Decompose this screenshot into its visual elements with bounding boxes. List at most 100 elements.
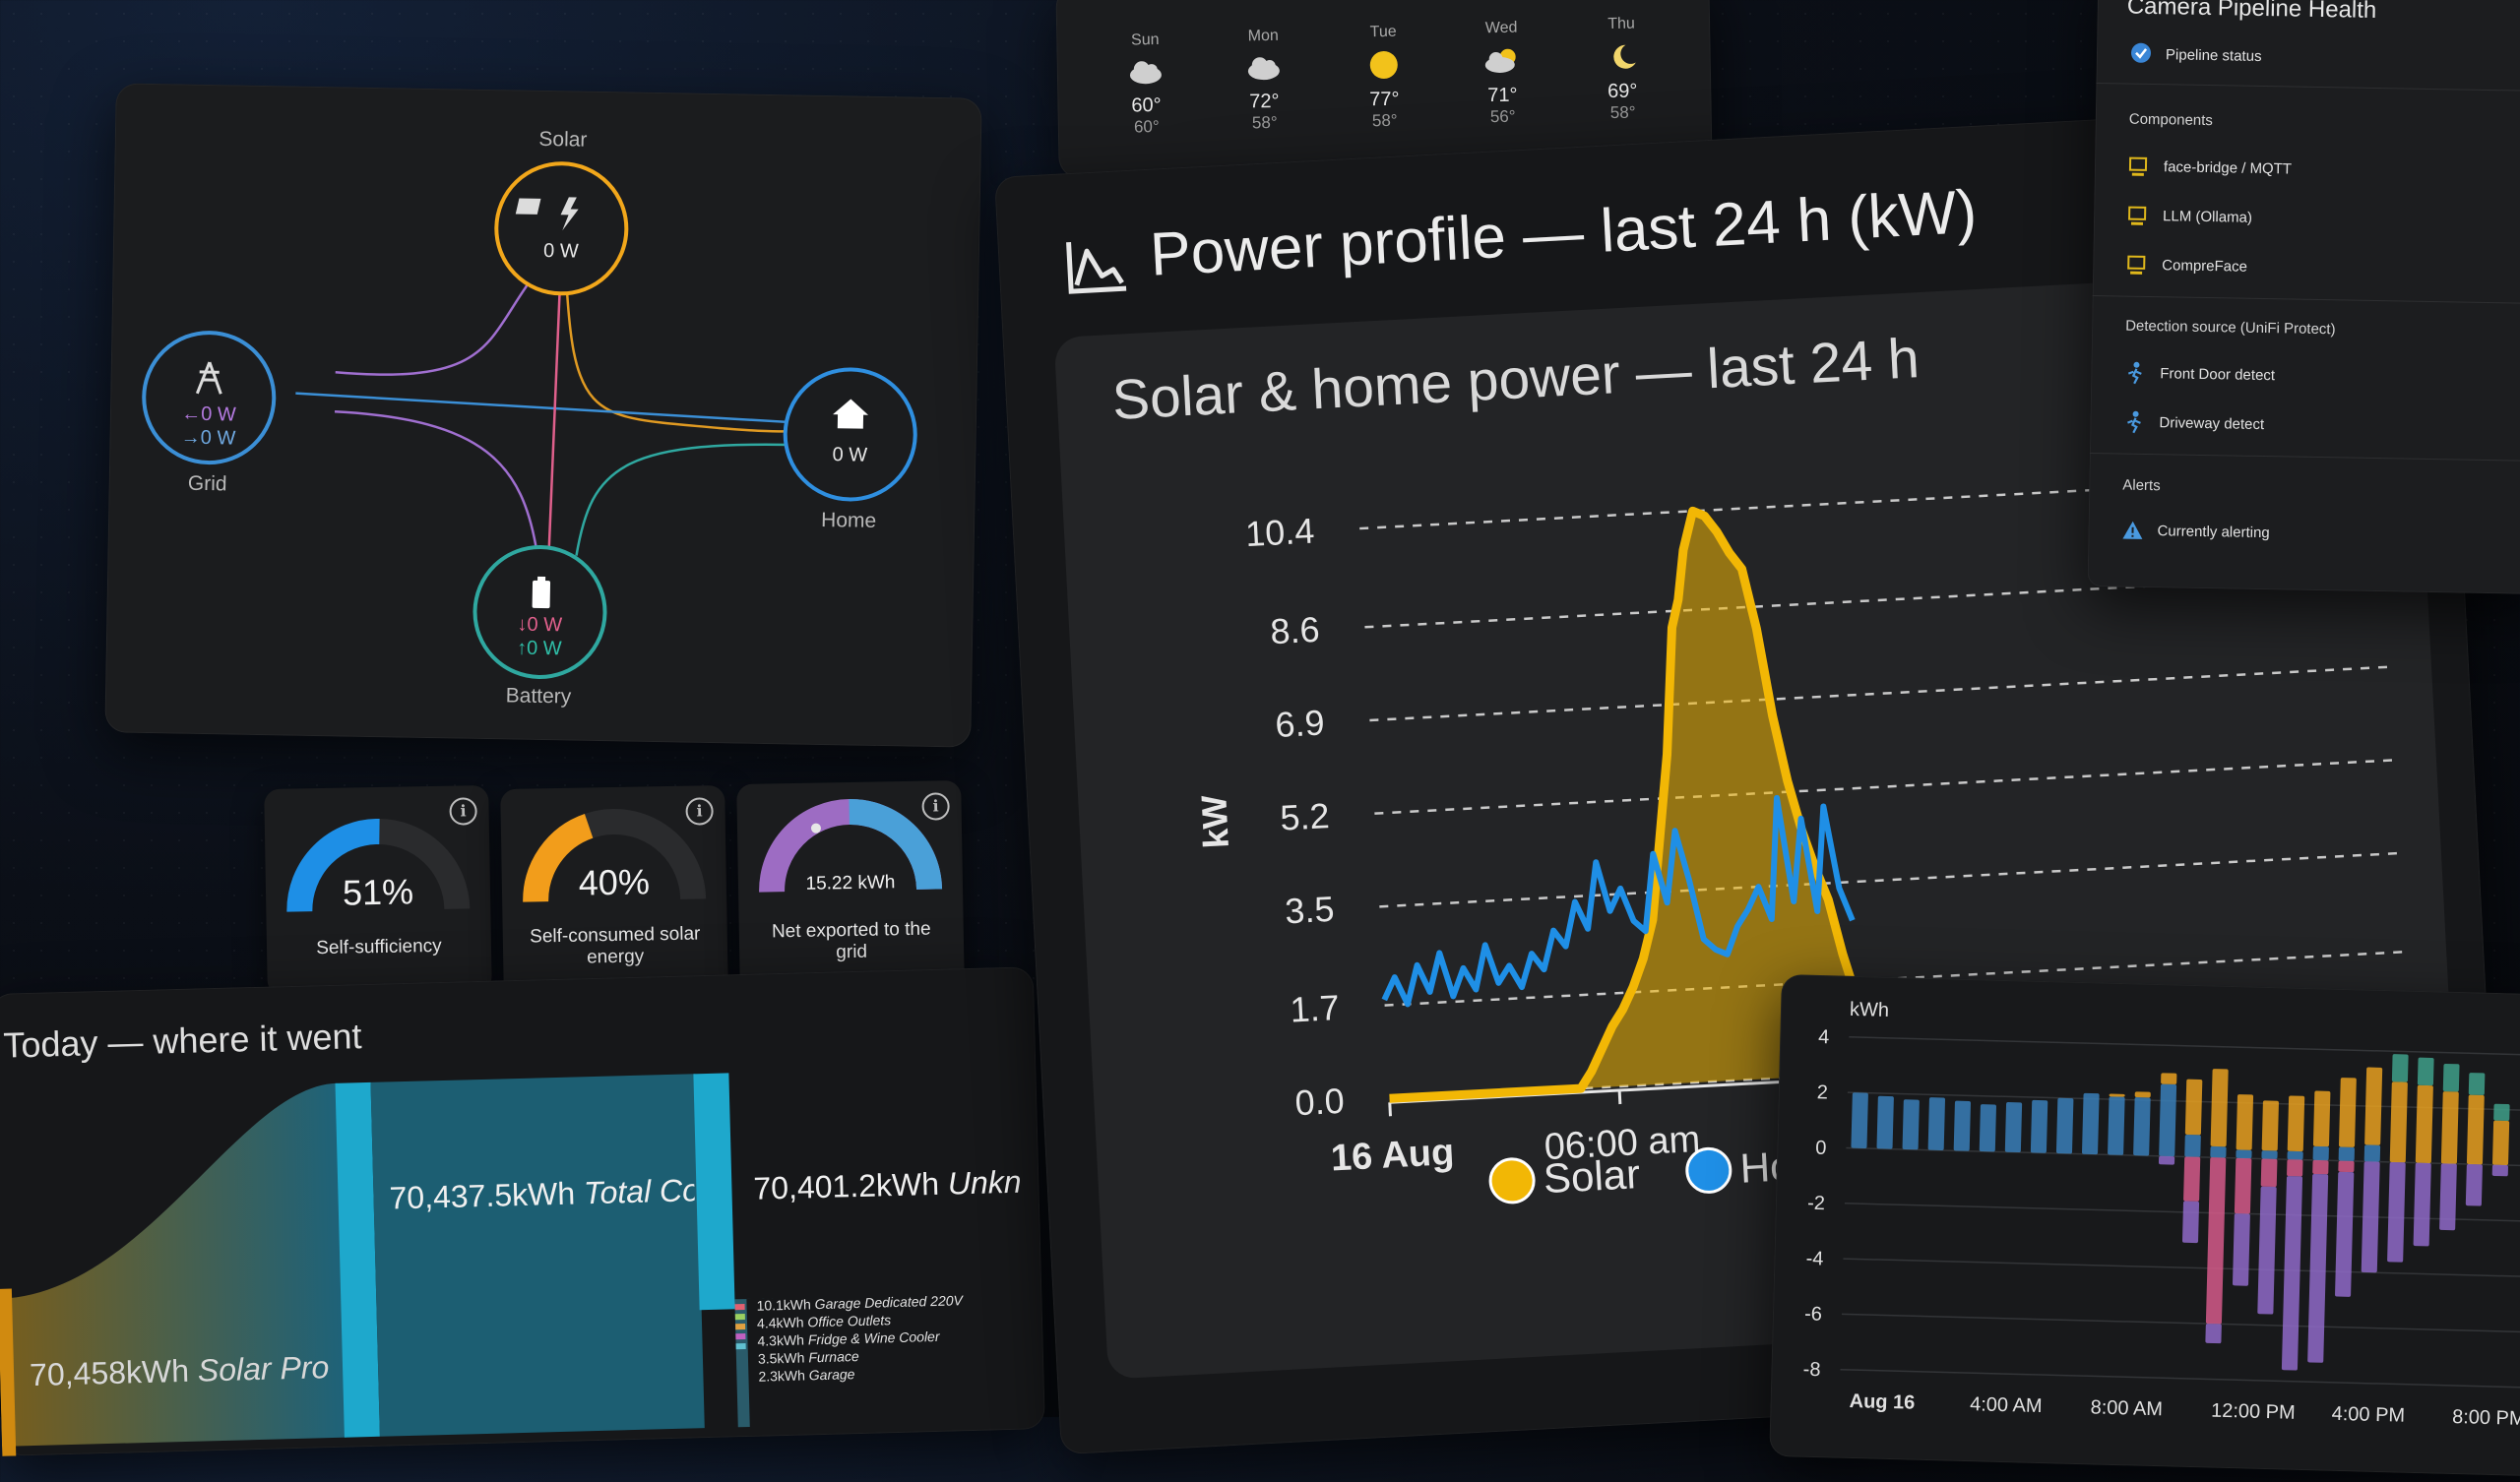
bar-segment — [2439, 1163, 2457, 1231]
gauge-value: 51% — [342, 871, 414, 913]
camera-card-title: Camera Pipeline Health — [2126, 0, 2377, 24]
gauge-self-consumed[interactable]: i 40% Self-consumed solar energy — [500, 785, 728, 996]
bar-segment — [2210, 1145, 2227, 1158]
bar-segment — [2261, 1100, 2279, 1151]
bar-segment — [2287, 1159, 2303, 1177]
forecast-day-sun: Sun 60° 60° — [1086, 31, 1206, 138]
bar-segment — [2312, 1159, 2329, 1175]
legend-swatch — [1488, 1157, 1536, 1204]
y-tick-label: 3.5 — [1284, 889, 1335, 932]
server-icon — [2127, 255, 2146, 275]
gauge-label: Self-consumed solar energy — [530, 923, 701, 968]
bar-segment — [2338, 1146, 2355, 1161]
bar-segment — [2391, 1054, 2409, 1082]
pipeline-status-row[interactable]: Pipeline status — [2166, 46, 2262, 65]
y-tick-label: 1.7 — [1290, 987, 1341, 1030]
divider — [2096, 83, 2520, 93]
y-tick-label: -8 — [1802, 1359, 1820, 1381]
partly-cloudy-icon — [1484, 48, 1516, 73]
motion-sensor-icon — [2127, 410, 2141, 434]
component-row[interactable]: CompreFace — [2162, 257, 2247, 276]
bar-segment — [2184, 1079, 2203, 1136]
bar-segment — [2361, 1161, 2380, 1273]
gauge-self-sufficiency[interactable]: i 51% Self-sufficiency — [264, 785, 492, 996]
gridline — [1840, 1368, 2520, 1389]
bar-segment — [2363, 1144, 2381, 1162]
x-tick — [1617, 1089, 1622, 1105]
energy-bar-chart-card: 4 2 0 -2 -4 -6 -8 kWh Aug 16 4:00 AM 8:00 AM 12:00 … — [1769, 974, 2520, 1477]
bar-segment — [2287, 1095, 2305, 1152]
bar-segment — [2184, 1134, 2201, 1157]
bar-segment — [2364, 1067, 2383, 1145]
bar-segment — [2339, 1078, 2357, 1147]
legend-swatch — [1685, 1146, 1732, 1194]
battery-label: Battery — [505, 684, 572, 709]
bar-segment — [2134, 1091, 2151, 1098]
y-tick-label: 6.9 — [1274, 702, 1325, 745]
components-header: Components — [2128, 110, 2214, 130]
gauge-label: Self-sufficiency — [316, 935, 442, 959]
bar-segment — [2312, 1090, 2331, 1147]
bar-segment — [2493, 1103, 2510, 1121]
gridline — [1379, 851, 2402, 908]
x-tick — [1388, 1102, 1392, 1117]
y-tick-label: 4 — [1818, 1026, 1830, 1048]
forecast-day-wed: Wed 71° 56° — [1442, 19, 1562, 128]
bar-segment — [2281, 1176, 2303, 1371]
bar-segment — [2465, 1164, 2483, 1206]
y-tick-label: -4 — [1805, 1248, 1823, 1269]
bar-segment — [2415, 1084, 2433, 1163]
y-tick-label: 10.4 — [1244, 510, 1315, 554]
bar-segment — [2004, 1102, 2023, 1153]
alert-row[interactable]: Currently alerting — [2157, 523, 2269, 541]
bar-segment — [2205, 1157, 2227, 1325]
detection-row[interactable]: Front Door detect — [2160, 365, 2275, 384]
bar-segment — [2389, 1081, 2408, 1163]
bar-segment — [1953, 1100, 1971, 1151]
check-circle-icon — [2131, 42, 2152, 63]
bar-segment — [2108, 1096, 2125, 1155]
grid-battery-line — [334, 410, 538, 554]
bar-segment — [2440, 1091, 2459, 1164]
bar-segment — [2417, 1057, 2434, 1086]
solar-node — [494, 161, 629, 296]
component-row[interactable]: LLM (Ollama) — [2163, 208, 2252, 226]
gauge-value: 15.22 kWh — [805, 872, 896, 895]
divider — [2089, 452, 2520, 462]
x-tick-label: 12:00 PM — [2211, 1400, 2296, 1424]
y-tick-label: 2 — [1816, 1081, 1828, 1103]
detection-row[interactable]: Driveway detect — [2159, 414, 2264, 433]
divider — [2092, 294, 2520, 305]
gauge-net-exported[interactable]: i 15.22 kWh Net exported to the grid — [736, 780, 965, 991]
alerts-header: Alerts — [2122, 476, 2161, 495]
bar-segment — [1979, 1104, 1996, 1152]
x-tick-label: Aug 16 — [1849, 1390, 1915, 1414]
y-tick-label: 0.0 — [1294, 1081, 1346, 1124]
bar-segment — [2159, 1083, 2177, 1157]
warning-icon — [2122, 521, 2143, 539]
y2-tick-label: 0.27 — [2435, 734, 2465, 778]
energy-bar-chart[interactable]: 420-2-4-6-8kWhAug 16 4:00 AM 8:00 AM 12:00 … — [1769, 974, 2520, 1477]
bar-segment — [2210, 1069, 2229, 1147]
home-value: 0 W — [832, 444, 868, 466]
bar-segment — [2442, 1063, 2460, 1092]
component-row[interactable]: face-bridge / MQTT — [2164, 158, 2292, 177]
gridline — [1374, 758, 2398, 815]
battery-out-value: ↑0 W — [516, 637, 562, 660]
bar-segment — [2413, 1162, 2431, 1247]
sun-icon — [1369, 51, 1398, 80]
bar-segment — [1902, 1099, 1920, 1150]
y2-tick-label: 0.36 — [2430, 641, 2465, 685]
y2-tick-label: 0.18 — [2440, 827, 2465, 871]
bar-segment — [2133, 1096, 2151, 1156]
y-axis-label: kW — [1193, 794, 1236, 849]
grid-label: Grid — [187, 471, 227, 496]
sankey-card: Today — where it went 70,437.5kWh Total … — [0, 966, 1045, 1456]
bar-segment — [1876, 1095, 1894, 1149]
moon-icon — [1613, 44, 1636, 69]
bar-segment — [2183, 1156, 2201, 1202]
bar-segment — [2468, 1073, 2486, 1095]
bar-segment — [2082, 1092, 2100, 1155]
home-label: Home — [820, 508, 877, 532]
grid-out-value: →0 W — [180, 426, 236, 450]
